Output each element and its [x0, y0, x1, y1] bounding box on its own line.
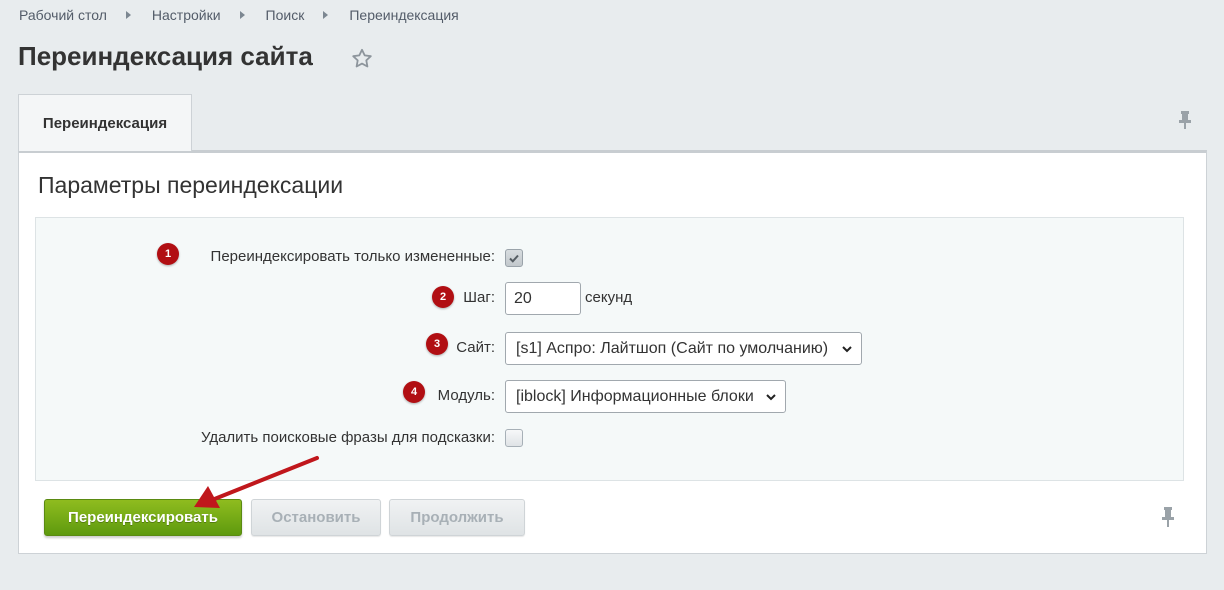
continue-button[interactable]: Продолжить	[389, 499, 525, 536]
section-title: Параметры переиндексации	[38, 172, 344, 198]
module-select[interactable]: [iblock] Информационные блоки	[505, 380, 786, 413]
step-badge-3: 3	[426, 333, 448, 355]
only-changed-checkbox[interactable]	[505, 249, 523, 267]
form-area: 1 Переиндексировать только измененные: 2…	[35, 217, 1184, 481]
checkmark-icon	[509, 254, 519, 263]
only-changed-label: Переиндексировать только измененные:	[210, 248, 495, 265]
breadcrumb-separator-icon	[125, 11, 131, 19]
site-select[interactable]: [s1] Аспро: Лайтшоп (Сайт по умолчанию)	[505, 332, 862, 365]
step-unit: секунд	[585, 289, 633, 306]
delete-phrases-label: Удалить поисковые фразы для подсказки:	[200, 429, 495, 446]
tab-reindex[interactable]: Переиндексация	[18, 94, 192, 151]
step-input[interactable]	[505, 282, 581, 315]
star-icon[interactable]	[350, 47, 374, 71]
breadcrumb-item-reindex[interactable]: Переиндексация	[349, 7, 458, 23]
module-label: Модуль:	[437, 387, 495, 404]
breadcrumb-item-desktop[interactable]: Рабочий стол	[19, 7, 107, 23]
stop-button[interactable]: Остановить	[251, 499, 381, 536]
step-label: Шаг:	[463, 289, 495, 306]
breadcrumb-separator-icon	[239, 11, 245, 19]
page-title: Переиндексация сайта	[18, 41, 313, 71]
site-label: Сайт:	[456, 339, 495, 356]
pin-icon[interactable]	[1177, 110, 1193, 130]
step-badge-4: 4	[403, 381, 425, 403]
breadcrumb-item-settings[interactable]: Настройки	[152, 7, 221, 23]
breadcrumb-item-search[interactable]: Поиск	[266, 7, 305, 23]
site-select-value: [s1] Аспро: Лайтшоп (Сайт по умолчанию)	[516, 339, 829, 357]
breadcrumb-separator-icon	[323, 11, 329, 19]
chevron-down-icon	[842, 346, 852, 353]
delete-phrases-checkbox[interactable]	[505, 429, 523, 447]
module-select-value: [iblock] Информационные блоки	[516, 387, 754, 405]
step-badge-2: 2	[432, 286, 454, 308]
pin-icon[interactable]	[1160, 506, 1176, 528]
chevron-down-icon	[766, 394, 776, 401]
reindex-button[interactable]: Переиндексировать	[44, 499, 242, 536]
breadcrumb: Рабочий стол Настройки Поиск Переиндекса…	[19, 7, 459, 23]
settings-panel: Параметры переиндексации 1 Переиндексиро…	[18, 150, 1207, 554]
step-badge-1: 1	[157, 243, 179, 265]
